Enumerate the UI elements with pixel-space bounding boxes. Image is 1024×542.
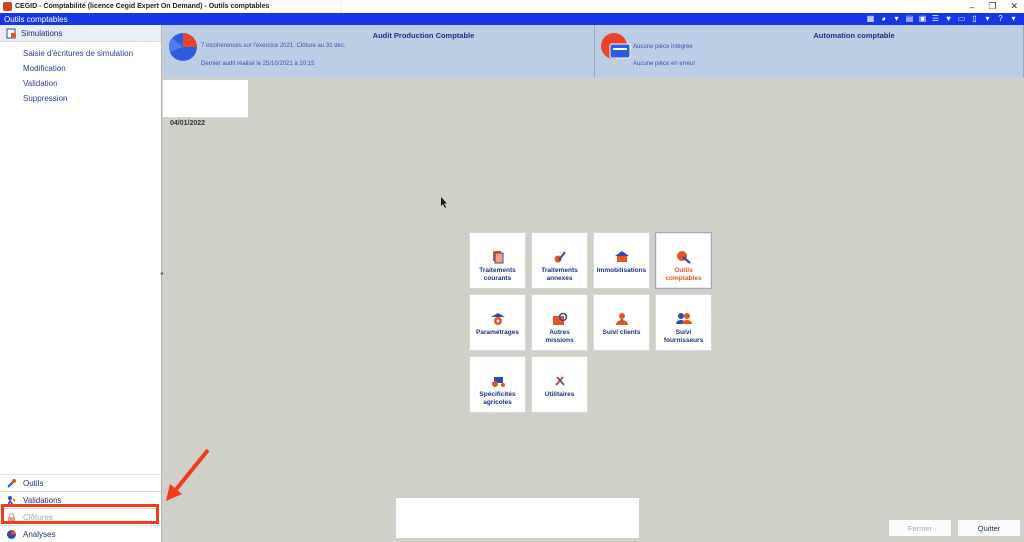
calculator-icon[interactable]: ▤ bbox=[905, 14, 914, 23]
menu-item-validation[interactable]: Validation bbox=[0, 76, 161, 91]
redacted-area bbox=[163, 80, 248, 117]
sidebar-splitter-handle[interactable]: ◂ bbox=[160, 270, 163, 277]
sidebar-header-label: Simulations bbox=[21, 28, 63, 38]
tile-label: Paramétrages bbox=[476, 329, 519, 336]
audit-panel-title: Audit Production Comptable bbox=[372, 31, 475, 40]
list-icon[interactable]: ☰ bbox=[931, 14, 940, 23]
module-bar: Outils comptables ▦ ◕ ▾ ▤ ▣ ☰ ♥ ▭ ▯ ▾ ? … bbox=[0, 13, 1024, 25]
wrench-icon bbox=[676, 251, 691, 264]
building-icon bbox=[614, 251, 629, 262]
tile-immobilisations[interactable]: Immobilisations bbox=[593, 232, 650, 289]
current-date: 04/01/2022 bbox=[170, 120, 206, 127]
settings-icon bbox=[490, 313, 505, 325]
tile-parametrages[interactable]: Paramétrages bbox=[469, 294, 526, 351]
audit-line-1: 7 incohérences sur l'exercice 2021. Clôt… bbox=[201, 43, 346, 49]
window-controls: – ❐ ✕ bbox=[969, 0, 1018, 13]
dropdown-icon[interactable]: ▾ bbox=[892, 14, 901, 23]
tile-traitements-annexes[interactable]: Traitements annexes bbox=[531, 232, 588, 289]
favorite-icon[interactable]: ♥ bbox=[944, 14, 953, 23]
module-title: Outils comptables bbox=[4, 14, 68, 24]
menu-item-saisie-simulation[interactable]: Saisie d'écritures de simulation bbox=[0, 46, 161, 61]
suppliers-icon bbox=[675, 313, 692, 324]
simulation-menu: Saisie d'écritures de simulation Modific… bbox=[0, 42, 161, 106]
menu-item-suppression[interactable]: Suppression bbox=[0, 91, 161, 106]
simulation-icon bbox=[6, 28, 16, 38]
automation-panel-title: Automation comptable bbox=[813, 31, 895, 40]
tools-icon bbox=[7, 478, 16, 488]
nav-item-outils[interactable]: Outils bbox=[0, 474, 161, 491]
tile-label: Spécificités agricoles bbox=[479, 391, 516, 406]
nav-label: Outils bbox=[23, 478, 44, 488]
tile-suivi-clients[interactable]: Suivi clients bbox=[593, 294, 650, 351]
grid-icon[interactable]: ▦ bbox=[866, 14, 875, 23]
cegid-logo-icon bbox=[3, 2, 12, 11]
help-icon[interactable]: ? bbox=[996, 14, 1005, 23]
tile-label: Suivi fournisseurs bbox=[663, 329, 704, 344]
title-bar: CEGID - Comptabilité (licence Cegid Expe… bbox=[0, 0, 1024, 13]
minimize-button[interactable]: – bbox=[969, 2, 974, 12]
pencil-gear-icon bbox=[554, 251, 566, 263]
audit-production-panel[interactable]: Audit Production Comptable 7 incohérence… bbox=[163, 25, 595, 78]
documents-icon bbox=[492, 251, 503, 264]
tile-label: Suivi clients bbox=[602, 329, 641, 336]
tile-label: Outils comptables bbox=[665, 267, 702, 282]
fermer-button[interactable]: Fermer bbox=[888, 519, 952, 537]
document-icon[interactable]: ▯ bbox=[970, 14, 979, 23]
tile-label: Traitements courants bbox=[479, 267, 516, 282]
tile-specificites-agricoles[interactable]: Spécificités agricoles bbox=[469, 356, 526, 413]
tile-utilitaires[interactable]: Utilitaires bbox=[531, 356, 588, 413]
annotation-arrow bbox=[166, 448, 210, 501]
quitter-button[interactable]: Quitter bbox=[957, 519, 1021, 537]
sidebar: Simulations Saisie d'écritures de simula… bbox=[0, 25, 162, 542]
briefcase-search-icon bbox=[552, 312, 567, 325]
client-icon bbox=[615, 313, 628, 325]
tile-label: Traitements annexes bbox=[541, 267, 578, 282]
maximize-button[interactable]: ❐ bbox=[988, 1, 996, 12]
dropdown-icon-2[interactable]: ▾ bbox=[983, 14, 992, 23]
tile-suivi-fournisseurs[interactable]: Suivi fournisseurs bbox=[655, 294, 712, 351]
tile-label: Immobilisations bbox=[596, 267, 647, 274]
toolbar-icons: ▦ ◕ ▾ ▤ ▣ ☰ ♥ ▭ ▯ ▾ ? ▾ bbox=[866, 14, 1018, 23]
utilities-icon bbox=[554, 376, 565, 386]
tile-label: Utilitaires bbox=[544, 391, 575, 398]
close-button[interactable]: ✕ bbox=[1010, 1, 1018, 12]
tractor-icon bbox=[491, 377, 505, 387]
sidebar-header-simulations[interactable]: Simulations bbox=[0, 25, 161, 42]
menu-item-modification[interactable]: Modification bbox=[0, 61, 161, 76]
tile-autres-missions[interactable]: Autres missions bbox=[531, 294, 588, 351]
nav-label: Analyses bbox=[23, 529, 56, 539]
window-title: CEGID - Comptabilité (licence Cegid Expe… bbox=[15, 3, 302, 10]
calendar-icon[interactable]: ▣ bbox=[918, 14, 927, 23]
dropdown-icon-3[interactable]: ▾ bbox=[1009, 14, 1018, 23]
window-icon[interactable]: ▭ bbox=[957, 14, 966, 23]
automation-line-2: Aucune pièce en erreur bbox=[633, 61, 696, 67]
tile-outils-comptables[interactable]: Outils comptables bbox=[655, 232, 712, 289]
automation-line-1: Aucune pièce intégrée bbox=[633, 44, 693, 50]
pie-chart-icon bbox=[7, 529, 16, 539]
nav-item-analyses[interactable]: Analyses bbox=[0, 525, 161, 542]
automation-panel[interactable]: Automation comptable Aucune pièce intégr… bbox=[595, 25, 1024, 78]
mouse-cursor-icon bbox=[441, 197, 447, 208]
redacted-bottom-area bbox=[396, 498, 639, 538]
tile-traitements-courants[interactable]: Traitements courants bbox=[469, 232, 526, 289]
annotation-highlight-box bbox=[1, 504, 159, 524]
redacted-dossier-name bbox=[270, 1, 342, 13]
audit-line-2: Dernier audit réalisé le 25/10/2021 à 20… bbox=[201, 61, 315, 67]
globe-icon[interactable]: ◕ bbox=[879, 14, 888, 23]
tile-label: Autres missions bbox=[545, 329, 574, 344]
